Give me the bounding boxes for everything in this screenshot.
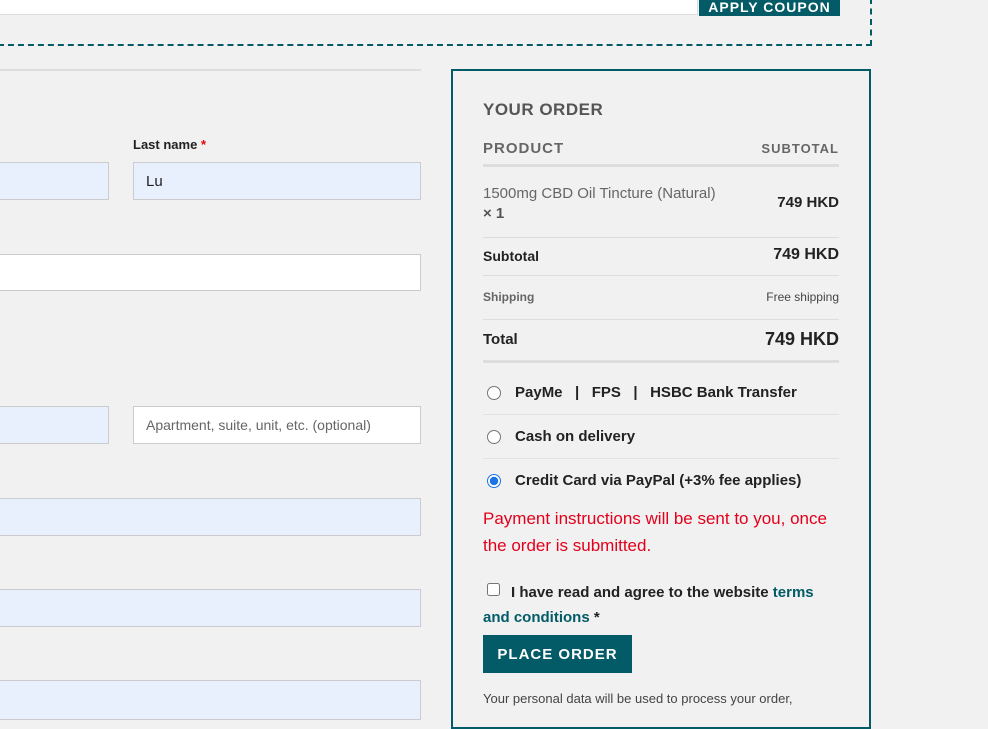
order-divider: [483, 319, 839, 320]
postcode-field[interactable]: [0, 589, 421, 627]
shipping-label: Shipping: [483, 290, 535, 304]
subtotal-value: 749 HKD: [773, 246, 839, 263]
payment-label-paypal[interactable]: Credit Card via PayPal (+3% fee applies): [515, 472, 801, 489]
subtotal-label: Subtotal: [483, 248, 539, 264]
payment-divider: [483, 458, 839, 459]
apply-coupon-button[interactable]: Apply coupon: [699, 0, 840, 16]
required-mark: *: [593, 609, 600, 626]
payment-radio-paypal[interactable]: [487, 474, 501, 488]
order-divider: [483, 237, 839, 238]
billing-header-divider: [0, 69, 421, 71]
privacy-notice: Your personal data will be used to proce…: [483, 691, 793, 706]
first-name-field[interactable]: [0, 162, 109, 200]
coupon-code-input[interactable]: [0, 0, 698, 15]
last-name-label: Last name *: [133, 137, 206, 152]
payment-label-bank-transfer[interactable]: PayMe | FPS | HSBC Bank Transfer: [515, 384, 797, 401]
order-item-quantity: × 1: [483, 205, 505, 222]
phone-field[interactable]: [0, 680, 421, 720]
last-name-label-text: Last name: [133, 137, 198, 152]
place-order-button[interactable]: Place order: [483, 635, 632, 673]
order-item-total: 749 HKD: [777, 194, 839, 211]
apartment-field[interactable]: [133, 406, 421, 444]
subtotal-column-header: SUBTOTAL: [761, 141, 839, 156]
order-title: YOUR ORDER: [483, 100, 604, 119]
shipping-value: Free shipping: [766, 290, 839, 304]
apply-coupon-label: Apply coupon: [708, 0, 831, 15]
company-field[interactable]: [0, 254, 421, 291]
order-divider: [483, 275, 839, 276]
terms-label: I have read and agree to the website ter…: [483, 580, 843, 630]
payment-radio-bank-transfer[interactable]: [487, 386, 501, 400]
city-field[interactable]: [0, 498, 421, 536]
order-item-name: 1500mg CBD Oil Tincture (Natural) × 1: [483, 184, 743, 224]
order-item-title: 1500mg CBD Oil Tincture (Natural): [483, 185, 716, 202]
payment-label-cod[interactable]: Cash on delivery: [515, 428, 635, 445]
payment-radio-cod[interactable]: [487, 430, 501, 444]
terms-text: I have read and agree to the website: [511, 584, 773, 601]
payment-divider: [483, 414, 839, 415]
payment-instructions-note: Payment instructions will be sent to you…: [483, 509, 827, 555]
order-header-divider: [483, 164, 839, 167]
last-name-field[interactable]: [133, 162, 421, 200]
order-total-divider: [483, 360, 839, 363]
total-value: 749 HKD: [764, 329, 839, 349]
total-label: Total: [483, 331, 518, 348]
product-column-header: PRODUCT: [483, 140, 565, 157]
required-mark: *: [200, 137, 206, 152]
street-address-field[interactable]: [0, 406, 109, 444]
